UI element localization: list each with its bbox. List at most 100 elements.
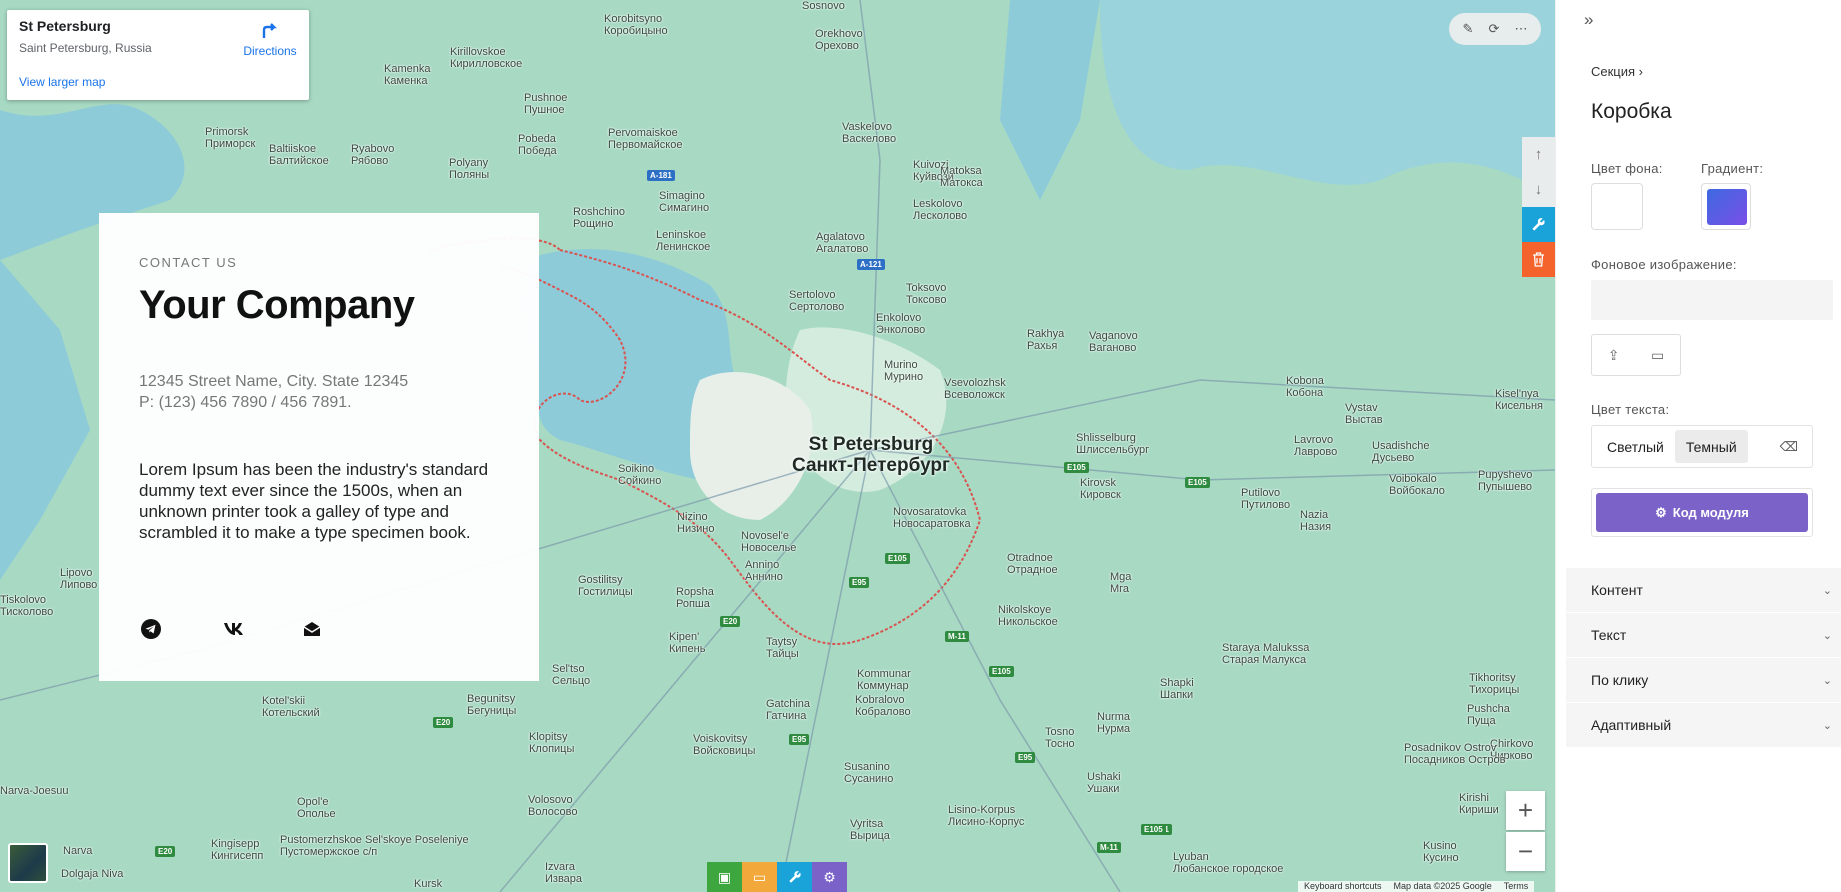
mail-icon[interactable] bbox=[300, 617, 324, 641]
map-place-label: Lipovo Липово bbox=[60, 567, 98, 591]
map-place-label: Tikhoritsy Тихорицы bbox=[1469, 672, 1520, 696]
map-place-label: Lisino-Korpus Лисино-Корпус bbox=[948, 804, 1025, 828]
map-place-label: Kirovsk Кировск bbox=[1080, 477, 1121, 501]
road-shield: E105 bbox=[989, 666, 1014, 677]
map-place-label: Nurma Нурма bbox=[1097, 711, 1131, 735]
map-place-label: Nizino Низино bbox=[677, 511, 715, 535]
map-type-toggle[interactable] bbox=[8, 843, 48, 883]
image-icon[interactable]: ▣ bbox=[707, 862, 742, 892]
text-color-light[interactable]: Светлый bbox=[1596, 430, 1675, 463]
map-place-label: Simagino Симагино bbox=[659, 190, 710, 214]
map-place-label: Shlisselburg Шлиссельбург bbox=[1076, 432, 1150, 456]
map-place-label: Usadishche Дусьево bbox=[1372, 440, 1430, 464]
map-data-credit: Map data ©2025 Google bbox=[1393, 881, 1492, 891]
bg-color-swatch[interactable] bbox=[1591, 183, 1643, 230]
map-place-label: Vaskelovo Васкелово bbox=[842, 121, 897, 145]
map-place-label: Leninskoe Ленинское bbox=[656, 229, 711, 253]
map-place-label: Narva bbox=[63, 845, 93, 857]
accordion-content[interactable]: Контент ⌄ bbox=[1566, 568, 1841, 613]
map-place-label: Enkolovo Энколово bbox=[876, 312, 926, 336]
wrench-icon[interactable] bbox=[777, 862, 812, 892]
map-place-label: Pupyshevo Пупышево bbox=[1478, 469, 1533, 493]
map-place-label: Orekhovo Орехово bbox=[815, 28, 863, 52]
terms-link[interactable]: Terms bbox=[1504, 881, 1529, 892]
edit-icon[interactable]: ✎ bbox=[1463, 21, 1474, 37]
map-place-label: Kursk bbox=[414, 878, 443, 890]
map-place-label: Begunitsy Бегуницы bbox=[467, 693, 517, 717]
folder-icon[interactable]: ▭ bbox=[1651, 347, 1664, 364]
more-icon[interactable]: ⋯ bbox=[1514, 21, 1527, 37]
folder-icon[interactable]: ▭ bbox=[742, 862, 777, 892]
module-code-button[interactable]: ⚙ Код модуля bbox=[1596, 493, 1808, 532]
address-line: 12345 Street Name, City. State 12345 bbox=[139, 373, 409, 390]
road-shield: E95 bbox=[789, 734, 810, 745]
road-shield: E105 bbox=[1185, 477, 1210, 488]
eraser-icon[interactable]: ⌫ bbox=[1770, 439, 1808, 455]
directions-button[interactable]: Directions bbox=[235, 20, 305, 58]
gradient-swatch[interactable] bbox=[1701, 183, 1751, 230]
arrow-down-icon[interactable]: ↓ bbox=[1522, 172, 1555, 207]
map-place-label: Ushaki Ушаки bbox=[1087, 771, 1121, 795]
accordion-adaptive[interactable]: Адаптивный ⌄ bbox=[1566, 703, 1841, 748]
map-place-label: Gatchina Гатчина bbox=[766, 698, 811, 722]
wrench-icon[interactable] bbox=[1522, 207, 1555, 242]
map-place-label: Kingisepp Кингисепп bbox=[211, 838, 264, 862]
gear-icon[interactable]: ⚙ bbox=[812, 862, 847, 892]
zoom-in-button[interactable]: + bbox=[1506, 791, 1545, 830]
zoom-out-button[interactable]: − bbox=[1506, 832, 1545, 871]
map-place-label: Kirishi Кириши bbox=[1459, 792, 1499, 816]
map-place-label: Murino Мурино bbox=[884, 359, 924, 383]
accordion-on-click[interactable]: По клику ⌄ bbox=[1566, 658, 1841, 703]
map-view[interactable]: St Petersburg Saint Petersburg, Russia V… bbox=[0, 0, 1555, 892]
keyboard-shortcuts-link[interactable]: Keyboard shortcuts bbox=[1304, 881, 1382, 892]
upload-icon[interactable]: ⇪ bbox=[1608, 347, 1620, 364]
trash-icon[interactable] bbox=[1522, 242, 1555, 277]
section-toolbar: ▣ ▭ ⚙ bbox=[707, 862, 847, 892]
telegram-icon[interactable] bbox=[139, 617, 163, 641]
map-place-label: Lavrovo Лаврово bbox=[1294, 434, 1338, 458]
map-place-label: Ropsha Ропша bbox=[676, 586, 714, 610]
module-code-wrapper: ⚙ Код модуля bbox=[1591, 488, 1813, 537]
map-place-label: Soikino Сойкино bbox=[618, 463, 662, 487]
company-description: Lorem Ipsum has been the industry's stan… bbox=[139, 460, 489, 542]
map-place-label: Polyany Поляны bbox=[449, 157, 490, 181]
collapse-panel-icon[interactable]: » bbox=[1584, 10, 1593, 30]
gradient-preview bbox=[1707, 189, 1747, 225]
map-place-label: Primorsk Приморск bbox=[205, 126, 256, 150]
module-toolbar: ✎ ⟳ ⋯ bbox=[1449, 13, 1541, 45]
refresh-icon[interactable]: ⟳ bbox=[1489, 21, 1500, 37]
map-place-label: Korobitsyno Коробицыно bbox=[604, 13, 668, 37]
map-place-label: Putilovo Путилово bbox=[1241, 487, 1291, 511]
chevron-down-icon: ⌄ bbox=[1822, 719, 1832, 732]
map-place-label: Shapki Шапки bbox=[1160, 677, 1194, 701]
accordion-text[interactable]: Текст ⌄ bbox=[1566, 613, 1841, 658]
map-place-label: Kipen' Кипень bbox=[669, 631, 706, 655]
road-shield: E105 bbox=[885, 553, 910, 564]
arrow-up-icon[interactable]: ↑ bbox=[1522, 137, 1555, 172]
text-color-dark[interactable]: Темный bbox=[1674, 430, 1748, 463]
view-larger-map-link[interactable]: View larger map bbox=[19, 75, 105, 89]
map-place-label: Novosaratovka Новосаратовка bbox=[893, 506, 971, 530]
module-code-label: Код модуля bbox=[1672, 505, 1749, 520]
road-shield: E20 bbox=[720, 616, 741, 627]
map-place-label: Kirillovskoe Кирилловское bbox=[450, 46, 523, 70]
map-place-label: Vsevolozhsk Всеволожск bbox=[944, 377, 1006, 401]
map-place-label: Agalatovo Агалатово bbox=[816, 231, 869, 255]
chevron-down-icon: ⌄ bbox=[1822, 629, 1832, 642]
road-shield: M-11 bbox=[945, 631, 969, 642]
chevron-down-icon: ⌄ bbox=[1822, 674, 1832, 687]
map-place-label: Susanino Сусанино bbox=[844, 761, 894, 785]
map-city-label: St Petersburg Санкт-Петербург bbox=[792, 434, 950, 476]
map-place-label: Staraya Malukssa Старая Малукса bbox=[1222, 642, 1310, 666]
breadcrumb[interactable]: Секция › bbox=[1591, 64, 1643, 79]
map-place-label: Kotel'skii Котельский bbox=[262, 695, 320, 719]
map-attribution: Keyboard shortcuts Map data ©2025 Google… bbox=[1298, 881, 1535, 892]
bg-image-input[interactable] bbox=[1591, 280, 1833, 320]
vk-icon[interactable] bbox=[222, 617, 246, 641]
map-place-label: Pustomerzhskoe Sel'skoye Poseleniye Пусто… bbox=[280, 834, 469, 858]
place-info-card: St Petersburg Saint Petersburg, Russia V… bbox=[7, 10, 309, 100]
text-color-label: Цвет текста: bbox=[1591, 402, 1670, 417]
map-place-label: Tosno Тосно bbox=[1045, 726, 1075, 750]
directions-label: Directions bbox=[243, 44, 297, 58]
map-place-label: Kommunar Коммунар bbox=[857, 668, 911, 692]
